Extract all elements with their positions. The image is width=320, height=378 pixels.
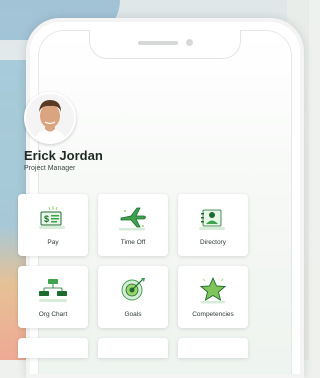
tile-org-chart[interactable]: Org Chart: [18, 266, 88, 328]
tile-directory[interactable]: Directory: [178, 194, 248, 256]
speaker-grille: [138, 41, 178, 45]
directory-icon: [199, 209, 225, 230]
tile-label: Time Off: [120, 239, 146, 246]
tile-label: Competencies: [192, 311, 234, 318]
profile-name: Erick Jordan: [24, 148, 103, 163]
profile-photo: [26, 94, 74, 142]
tile-label: Goals: [124, 311, 142, 318]
tile-goals[interactable]: Goals: [98, 266, 168, 328]
avatar[interactable]: [24, 92, 76, 144]
tile-time-off[interactable]: Time Off: [98, 194, 168, 256]
pay-icon: $: [39, 206, 65, 229]
tile-pay[interactable]: $ Pay: [18, 194, 88, 256]
phone-notch: [89, 30, 241, 59]
tile-competencies[interactable]: Competencies: [178, 266, 248, 328]
tile-partial[interactable]: [98, 338, 168, 358]
tile-partial[interactable]: [18, 338, 88, 358]
star-icon: [199, 276, 227, 304]
camera-icon: [186, 39, 193, 46]
target-icon: [121, 278, 145, 301]
tile-partial[interactable]: [178, 338, 248, 358]
org-chart-icon: [39, 279, 67, 302]
svg-text:$: $: [44, 214, 49, 224]
tile-label: Pay: [47, 239, 59, 246]
tile-label: Directory: [199, 239, 226, 246]
app-grid: $ Pay Time Off Directory Org Chart Goals…: [18, 194, 248, 358]
airplane-icon: [119, 207, 146, 231]
tile-label: Org Chart: [38, 311, 68, 318]
profile-title: Project Manager: [24, 165, 76, 172]
